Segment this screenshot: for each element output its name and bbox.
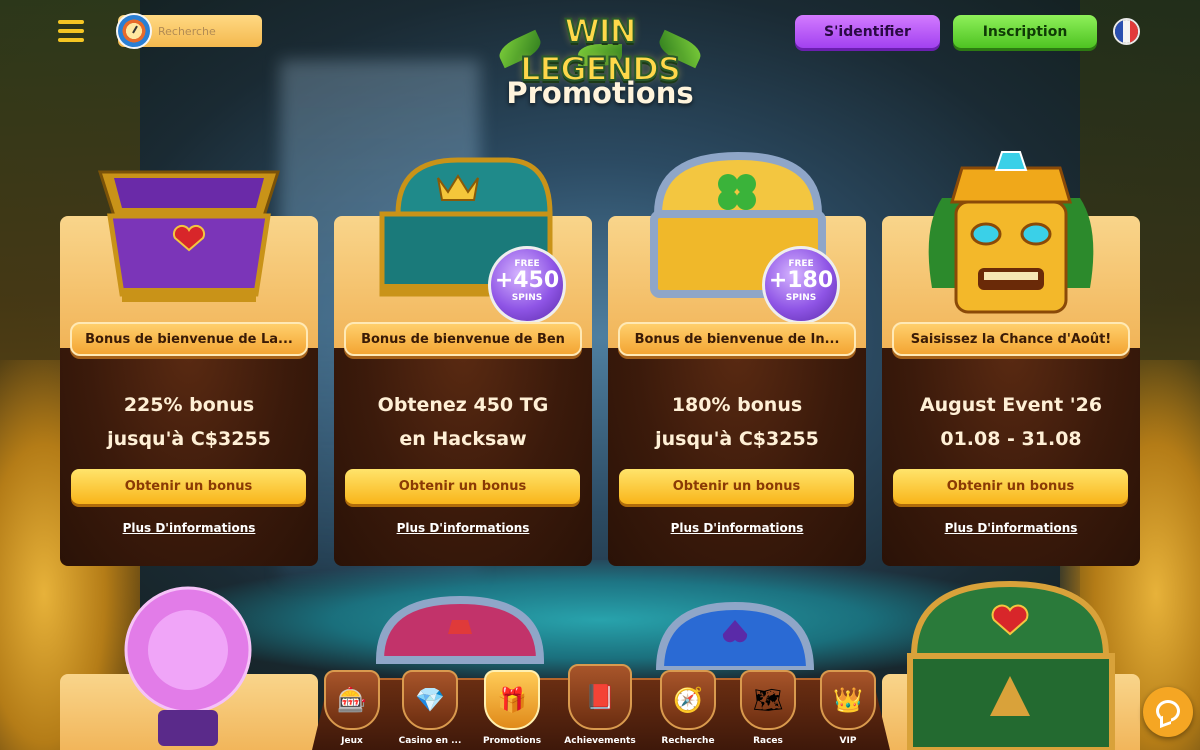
- nav-races[interactable]: 🗺 Races: [736, 664, 800, 748]
- green-heart-chest-icon: [907, 580, 1115, 750]
- promo-title: Bonus de bienvenue de In...: [618, 322, 856, 356]
- purple-heart-chest-icon: [97, 170, 281, 302]
- nav-vip[interactable]: 👑 VIP: [816, 664, 880, 748]
- compass-search-icon[interactable]: [116, 13, 152, 49]
- promo-card: Saisissez la Chance d'Août! August Event…: [882, 151, 1140, 566]
- compass-icon: 🧭: [660, 670, 716, 730]
- promo-headline: 180% bonus jusqu'à C$3255: [655, 394, 819, 450]
- win-legends-logo[interactable]: WIN LEGENDS: [494, 4, 706, 89]
- promo-card: Bonus de bienvenue de La... 225% bonus j…: [60, 170, 318, 566]
- signup-button[interactable]: Inscription: [953, 15, 1097, 48]
- more-info-link[interactable]: Plus D'informations: [882, 521, 1140, 535]
- more-info-link[interactable]: Plus D'informations: [608, 521, 866, 535]
- promo-headline: Obtenez 450 TG en Hacksaw: [377, 394, 549, 450]
- page-title: Promotions: [506, 76, 694, 110]
- crystal-ball-icon: [124, 586, 252, 746]
- nav-live-casino[interactable]: 💎 Casino en ...: [398, 664, 462, 748]
- bottom-nav: 🎰 Jeux 💎 Casino en ... 🎁 Promotions 📕 Ac…: [312, 662, 890, 750]
- promo-headline: 225% bonus jusqu'à C$3255: [107, 394, 271, 450]
- promo-card: FREE +180 SPINS Bonus de bienvenue de In…: [608, 151, 866, 566]
- promo-title: Saisissez la Chance d'Août!: [892, 322, 1130, 356]
- live-casino-gem-icon: 💎: [402, 670, 458, 730]
- get-bonus-button[interactable]: Obtenir un bonus: [71, 469, 306, 504]
- get-bonus-button[interactable]: Obtenir un bonus: [893, 469, 1128, 504]
- get-bonus-button[interactable]: Obtenir un bonus: [619, 469, 854, 504]
- promo-title: Bonus de bienvenue de Ben: [344, 322, 582, 356]
- promo-card: FREE +450 SPINS Bonus de bienvenue de Be…: [334, 157, 592, 566]
- chat-icon: [1156, 700, 1180, 722]
- more-info-link[interactable]: Plus D'informations: [334, 521, 592, 535]
- menu-icon[interactable]: [58, 20, 84, 42]
- promo-title: Bonus de bienvenue de La...: [70, 322, 308, 356]
- free-spins-badge: FREE +180 SPINS: [762, 246, 840, 324]
- login-button[interactable]: S'identifier: [795, 15, 940, 48]
- search-box[interactable]: [116, 13, 262, 49]
- gift-icon: 🎁: [484, 670, 540, 730]
- slot-reels-icon: 🎰: [324, 670, 380, 730]
- top-header: WIN LEGENDS S'identifier Inscription: [0, 0, 1200, 89]
- nav-games[interactable]: 🎰 Jeux: [320, 664, 384, 748]
- promo-headline: August Event '26 01.08 - 31.08: [919, 394, 1103, 450]
- crown-gem-icon: 👑: [820, 670, 876, 730]
- nav-achievements[interactable]: 📕 Achievements: [564, 664, 636, 748]
- get-bonus-button[interactable]: Obtenir un bonus: [345, 469, 580, 504]
- pink-chest-icon: [375, 595, 545, 664]
- free-spins-badge: FREE +450 SPINS: [488, 246, 566, 324]
- nav-search[interactable]: 🧭 Recherche: [656, 664, 720, 748]
- search-input[interactable]: [158, 15, 258, 47]
- nav-promotions[interactable]: 🎁 Promotions: [480, 664, 544, 748]
- map-icon: 🗺: [740, 670, 796, 730]
- live-chat-button[interactable]: [1143, 687, 1193, 737]
- book-icon: 📕: [568, 664, 632, 730]
- fr-flag-icon[interactable]: [1113, 18, 1140, 45]
- blue-spade-chest-icon: [655, 601, 815, 670]
- more-info-link[interactable]: Plus D'informations: [60, 521, 318, 535]
- tiki-mask-icon: [928, 151, 1094, 314]
